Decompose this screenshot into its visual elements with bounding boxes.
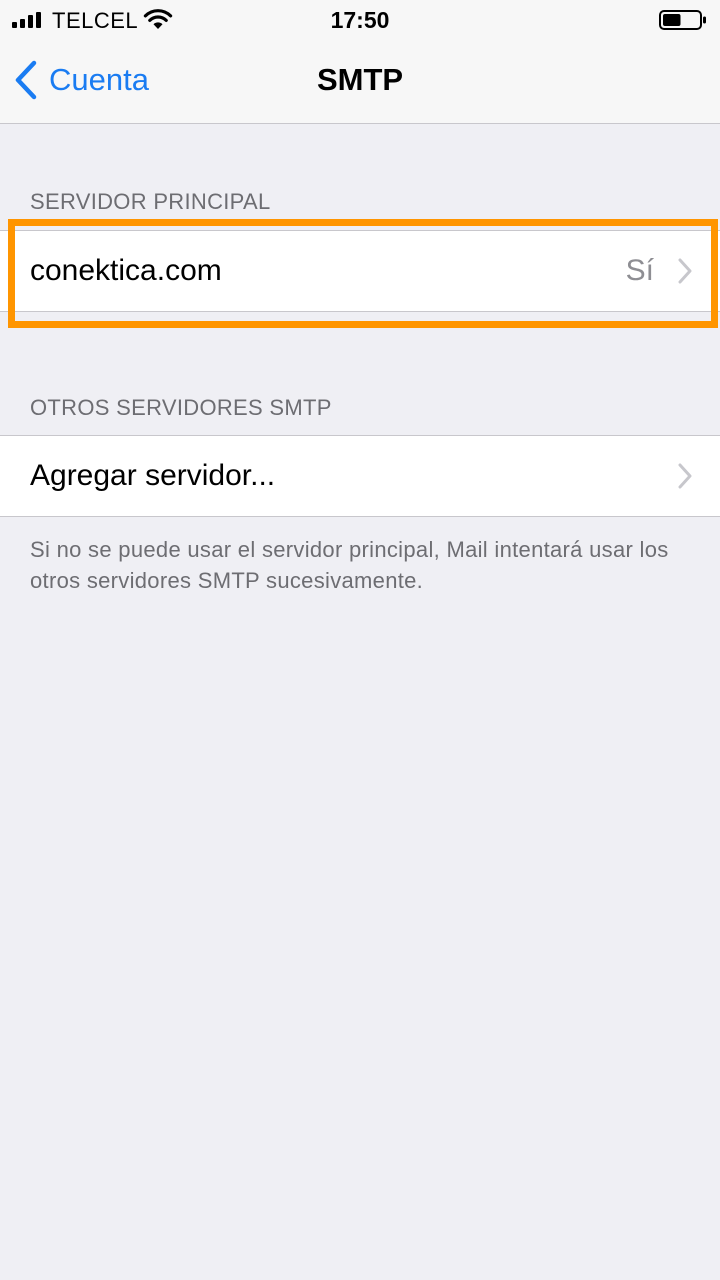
status-time: 17:50 [330, 7, 390, 33]
status-bar: TELCEL 17:50 [0, 0, 720, 40]
navigation-bar: Cuenta SMTP [0, 40, 720, 124]
primary-server-status: Sí [625, 254, 654, 287]
add-server-cell[interactable]: Agregar servidor... [0, 435, 720, 517]
back-button-label: Cuenta [49, 62, 149, 97]
chevron-right-icon [678, 258, 692, 284]
chevron-left-icon [15, 60, 37, 100]
primary-server-cell[interactable]: conektica.com Sí [0, 230, 720, 312]
footer-note: Si no se puede usar el servidor principa… [30, 537, 669, 593]
primary-server-header: SERVIDOR PRINCIPAL [30, 189, 271, 214]
battery-icon [659, 10, 706, 30]
primary-server-name: conektica.com [30, 254, 222, 287]
add-server-label: Agregar servidor... [30, 459, 276, 492]
other-servers-header: OTROS SERVIDORES SMTP [30, 395, 332, 420]
back-button[interactable]: Cuenta [14, 57, 149, 103]
chevron-right-icon [678, 463, 692, 489]
